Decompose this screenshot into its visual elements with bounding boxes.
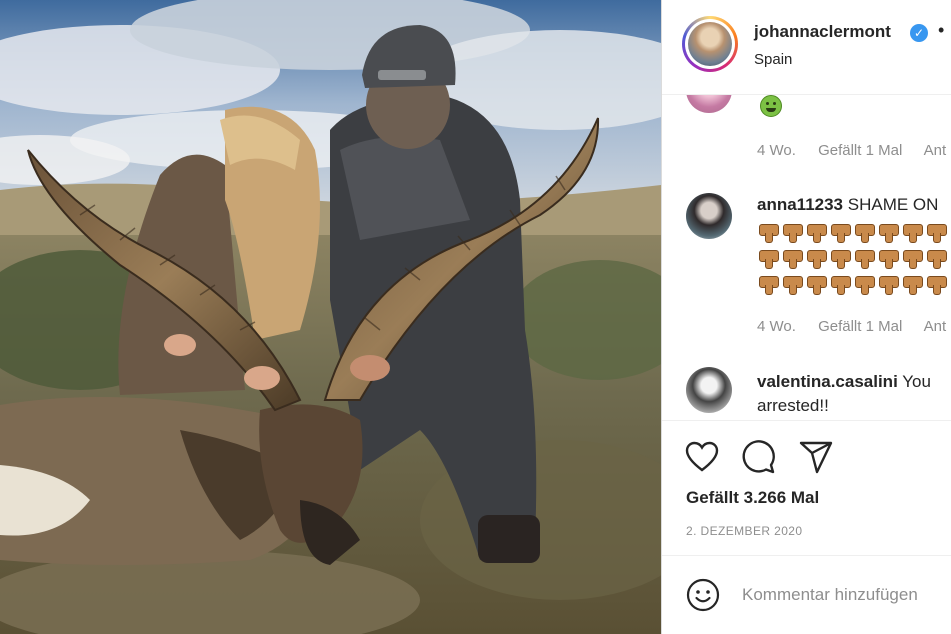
post-sidebar: 4 Wo. Gefällt 1 Mal Ant anna11233 SHAME … — [661, 0, 951, 634]
thumbs-down-icon — [806, 274, 827, 295]
thumbs-down-icon — [926, 248, 947, 269]
comment-icon[interactable] — [740, 439, 776, 475]
thumbs-down-icon — [782, 274, 803, 295]
thumbs-down-icon — [926, 222, 947, 243]
verified-badge-icon: ✓ — [910, 24, 928, 42]
thumbs-down-icon — [830, 222, 851, 243]
avatar[interactable] — [686, 193, 732, 239]
thumbs-down-icon — [806, 248, 827, 269]
comment-text: anna11233 SHAME ON — [757, 193, 938, 217]
comments-list[interactable]: 4 Wo. Gefällt 1 Mal Ant anna11233 SHAME … — [662, 95, 951, 420]
thumbs-down-icon — [854, 274, 875, 295]
post-photo[interactable] — [0, 0, 661, 634]
avatar[interactable] — [686, 95, 732, 113]
comment-body-line2: arrested!! — [757, 396, 829, 415]
avatar-inner — [685, 19, 735, 69]
smile-icon[interactable] — [686, 578, 720, 612]
sick-face-emoji-icon — [760, 95, 782, 117]
reply-link[interactable]: Ant — [924, 142, 947, 159]
thumbs-down-icon — [878, 274, 899, 295]
thumbs-down-emoji-group — [758, 222, 951, 300]
separator-dot: • — [938, 20, 945, 40]
profile-avatar — [688, 22, 732, 66]
post-header: johannaclermont ✓ • Spain — [662, 0, 951, 95]
comment-body: You — [902, 372, 931, 391]
thumbs-down-icon — [758, 248, 779, 269]
thumbs-down-icon — [758, 274, 779, 295]
thumbs-down-icon — [854, 222, 875, 243]
post-date[interactable]: 2. DEZEMBER 2020 — [686, 524, 802, 538]
thumbs-down-icon — [854, 248, 875, 269]
comment-meta: 4 Wo. Gefällt 1 Mal Ant — [757, 318, 951, 335]
avatar[interactable] — [686, 367, 732, 413]
thumbs-down-icon — [926, 274, 947, 295]
hunting-photo-illustration — [0, 0, 661, 634]
comment-likes-link[interactable]: Gefällt 1 Mal — [818, 318, 902, 335]
comment-username[interactable]: anna11233 — [757, 195, 843, 214]
reply-link[interactable]: Ant — [924, 318, 947, 335]
thumbs-down-icon — [758, 222, 779, 243]
story-ring-avatar[interactable] — [682, 16, 738, 72]
thumbs-down-icon — [782, 248, 803, 269]
thumbs-down-icon — [902, 222, 923, 243]
thumbs-down-icon — [830, 248, 851, 269]
comment-input[interactable] — [742, 582, 951, 608]
thumbs-down-icon — [878, 248, 899, 269]
comment-body: SHAME ON — [847, 195, 939, 214]
comment-time: 4 Wo. — [757, 318, 796, 335]
share-icon[interactable] — [798, 439, 834, 475]
comment-username[interactable]: valentina.casalini — [757, 372, 898, 391]
thumbs-down-icon — [902, 248, 923, 269]
post-actions: Gefällt 3.266 Mal 2. DEZEMBER 2020 — [662, 420, 951, 555]
thumbs-down-icon — [806, 222, 827, 243]
comment-meta: 4 Wo. Gefällt 1 Mal Ant — [757, 142, 951, 159]
thumbs-down-icon — [902, 274, 923, 295]
heart-icon[interactable] — [684, 439, 720, 475]
post-location[interactable]: Spain — [754, 51, 792, 68]
thumbs-down-icon — [782, 222, 803, 243]
likes-count[interactable]: Gefällt 3.266 Mal — [686, 488, 819, 508]
post-username[interactable]: johannaclermont — [754, 22, 891, 42]
comment-text: valentina.casalini You arrested!! — [757, 370, 931, 418]
thumbs-down-icon — [878, 222, 899, 243]
comment-likes-link[interactable]: Gefällt 1 Mal — [818, 142, 902, 159]
thumbs-down-icon — [830, 274, 851, 295]
add-comment-bar — [662, 555, 951, 634]
comment-time: 4 Wo. — [757, 142, 796, 159]
